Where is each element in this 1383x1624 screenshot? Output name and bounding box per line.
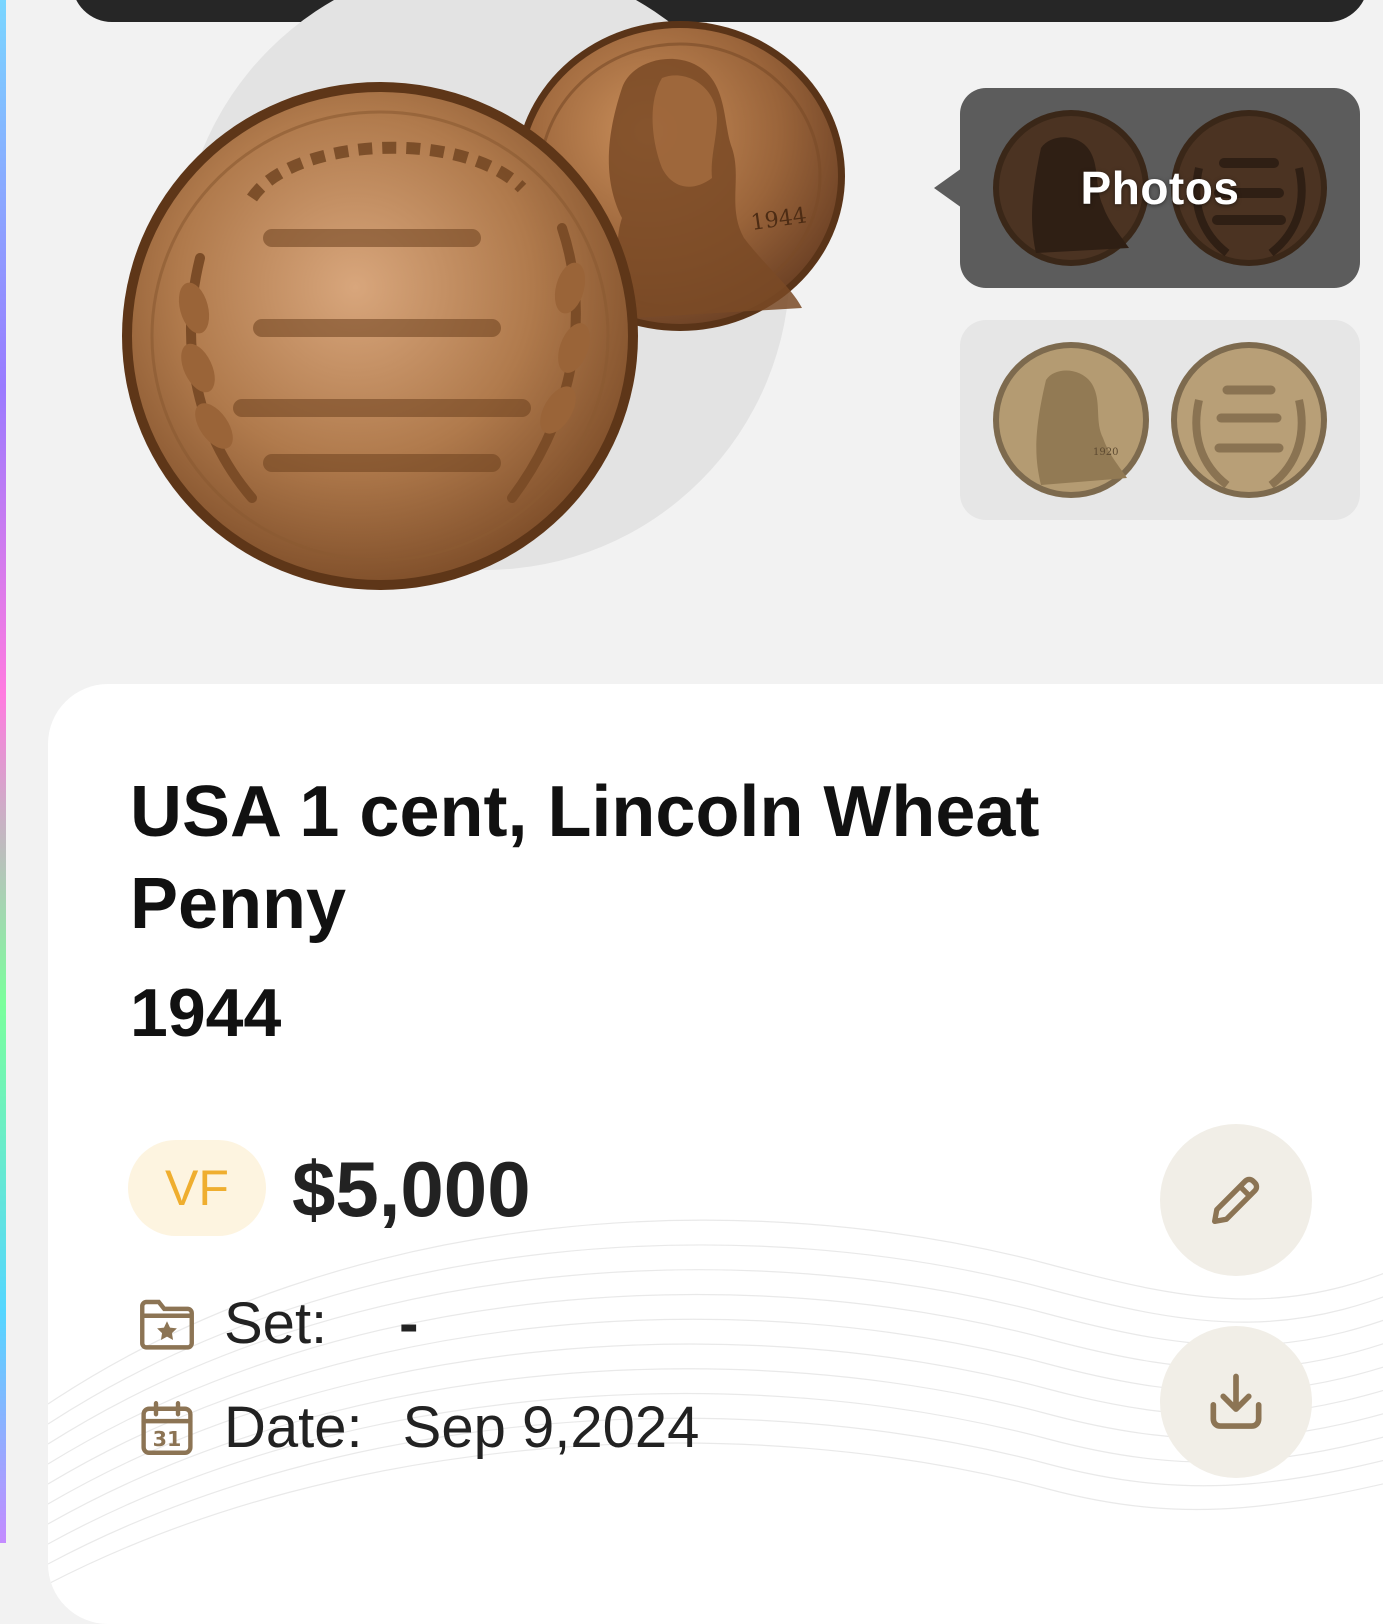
date-value: Sep 9,2024 <box>402 1395 700 1460</box>
set-row: Set: - <box>134 1290 419 1357</box>
calendar-icon: 31 <box>141 1400 193 1455</box>
thumbnail-user-photos[interactable]: Photos <box>960 88 1360 288</box>
edit-button[interactable] <box>1160 1124 1312 1276</box>
download-button[interactable] <box>1160 1326 1312 1478</box>
selected-thumb-pointer <box>934 168 962 208</box>
photos-label: Photos <box>1080 162 1240 214</box>
reference-reverse-image <box>1171 342 1327 498</box>
edge-glow <box>0 0 6 1543</box>
thumbnail-reference-photos[interactable]: 1920 <box>960 320 1360 520</box>
coin-title: USA 1 cent, Lincoln Wheat Penny <box>130 772 1040 944</box>
pencil-icon <box>1212 1176 1260 1224</box>
set-value: - <box>399 1291 419 1356</box>
date-label: Date: <box>224 1395 363 1460</box>
coin-year: 1944 <box>130 975 282 1051</box>
set-label: Set: <box>224 1291 328 1356</box>
reference-obverse-image: 1920 <box>993 342 1149 498</box>
date-row: 31 Date: Sep 9,2024 <box>134 1394 699 1461</box>
coin-price: $5,000 <box>292 1145 531 1233</box>
coin-detail-card: USA 1 cent, Lincoln Wheat Penny 1944 VF … <box>48 684 1383 1624</box>
folder-star-icon <box>140 1299 194 1350</box>
download-icon <box>1210 1373 1262 1429</box>
reference-obverse-date: 1920 <box>1093 447 1118 458</box>
grade-badge: VF <box>128 1140 266 1236</box>
coin-reverse-image <box>122 82 638 590</box>
calendar-day-number: 31 <box>153 1426 182 1450</box>
